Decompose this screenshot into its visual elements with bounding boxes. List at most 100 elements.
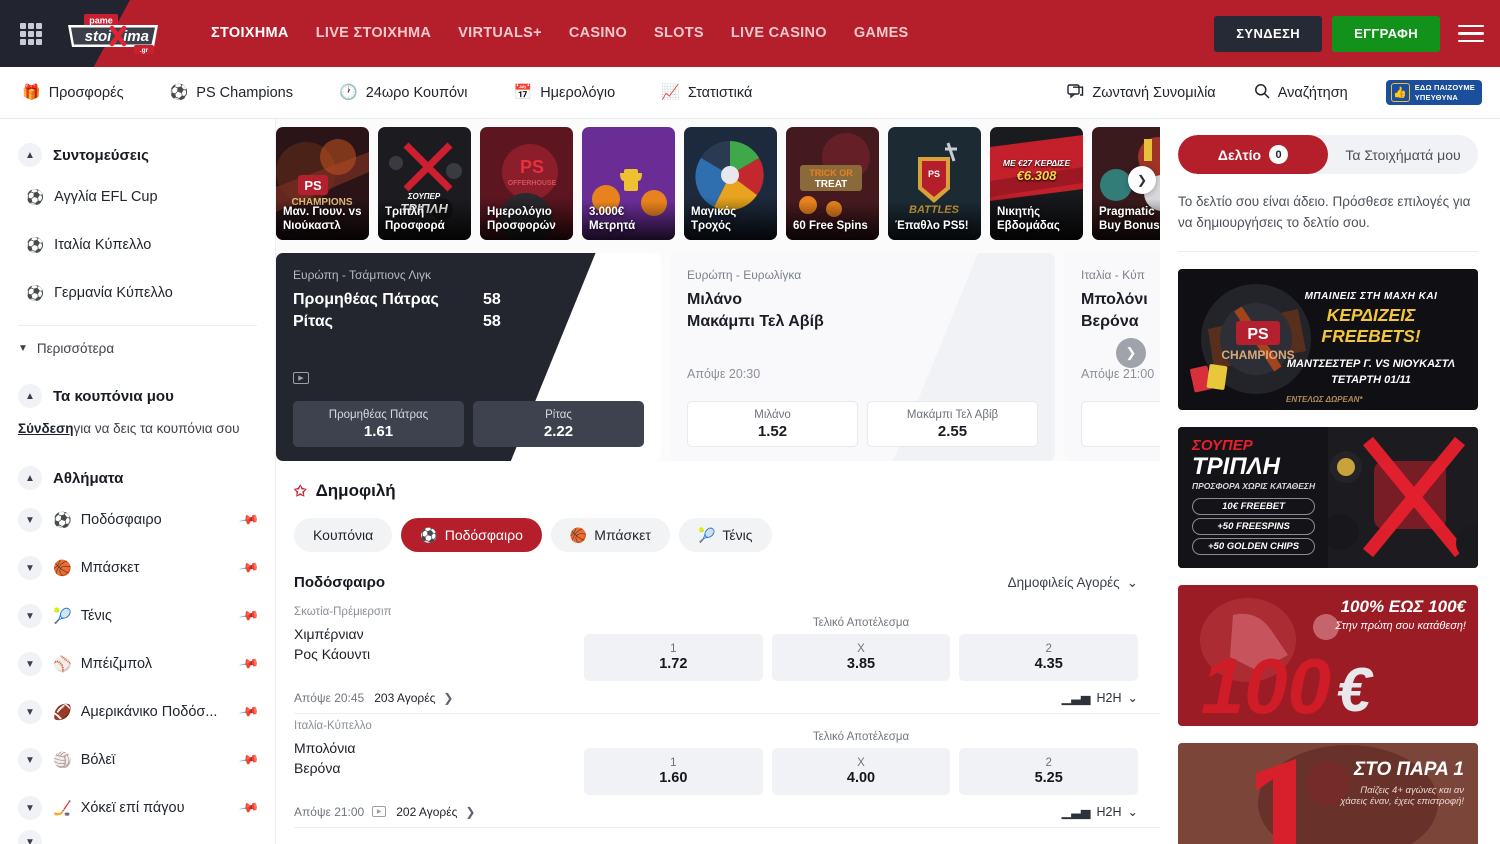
nav-item-virtuals[interactable]: VIRTUALS+ xyxy=(458,0,542,67)
subnav-item-calendar[interactable]: 📅 Ημερολόγιο xyxy=(514,85,616,101)
subnav-item-statistics[interactable]: 📈 Στατιστικά xyxy=(661,85,752,101)
sidebar-section-my-coupons[interactable]: ▲ Τα κουπόνια μου xyxy=(0,378,275,414)
chevron-down-icon[interactable]: ▼ xyxy=(18,556,42,580)
nav-item-games[interactable]: GAMES xyxy=(854,0,909,67)
chevron-down-icon[interactable]: ▼ xyxy=(18,652,42,676)
promo-label: Νικητής Εβδομάδας xyxy=(997,205,1076,233)
tab-koupònia[interactable]: Κουπόνια xyxy=(294,518,392,552)
tab-basketball[interactable]: 🏀 Μπάσκετ xyxy=(551,518,670,552)
chevron-right-icon[interactable]: ❯ xyxy=(443,691,453,705)
tab-tennis[interactable]: 🎾 Τένις xyxy=(679,518,772,552)
search-label: Αναζήτηση xyxy=(1278,85,1348,101)
subnav-item-24h-coupon[interactable]: 🕐 24ωρο Κουπόνι xyxy=(339,85,468,101)
sidebar-sport-football[interactable]: ▼ ⚽ Ποδόσφαιρο 📌 xyxy=(0,496,275,544)
odd-button-x[interactable]: X 3.85 xyxy=(772,634,951,681)
chevron-down-icon[interactable]: ▼ xyxy=(18,796,42,820)
h2h-button[interactable]: ▁▃▅ H2H ⌄ xyxy=(1062,690,1138,705)
sidebar-sport-american-football[interactable]: ▼ 🏈 Αμερικάνικο Ποδόσ... 📌 xyxy=(0,688,275,736)
responsible-gaming-badge[interactable]: 👍 ΕΔΩ ΠΑΙΖΟΥΜΕ ΥΠΕΥΘΥΝΑ xyxy=(1386,80,1482,105)
live-match-card[interactable]: Ιταλία - Κύπ Μπολόνι Βερόνα Απόψε 21:00 … xyxy=(1064,253,1160,461)
markets-count[interactable]: 202 Αγορές xyxy=(396,805,457,819)
pin-icon[interactable]: 📌 xyxy=(238,605,260,627)
live-match-card[interactable]: Ευρώπη - Ευρωλίγκα Μιλάνο Μακάμπι Τελ Αβ… xyxy=(670,253,1055,461)
live-match-card[interactable]: Ευρώπη - Τσάμπιονς Λιγκ Προμηθέας Πάτρας… xyxy=(276,253,661,461)
nav-item-slots[interactable]: SLOTS xyxy=(654,0,704,67)
pin-icon[interactable]: 📌 xyxy=(238,653,260,675)
promo-banner-sto-para-1[interactable]: ΣΤΟ ΠΑΡΑ 1 Παίζεις 4+ αγώνες και αν χάσε… xyxy=(1178,743,1478,844)
nav-item-stoixima[interactable]: ΣΤΟΙΧΗΜΑ xyxy=(211,0,289,67)
hamburger-menu-icon[interactable] xyxy=(1458,20,1484,48)
tab-betslip[interactable]: Δελτίο 0 xyxy=(1178,135,1328,174)
odd-button[interactable]: 1 1.6 xyxy=(1081,401,1160,447)
markets-count[interactable]: 203 Αγορές xyxy=(374,691,435,705)
promo-tile[interactable]: PS BATTLES 🎁 Έπαθλο PS5! xyxy=(888,127,981,240)
promo-tile[interactable]: 📅 ΜΕ €27 ΚΕΡΔΙΣΕ €6.308 Νικητής Εβδομάδα… xyxy=(990,127,1083,240)
odd-button[interactable]: Μακάμπι Τελ Αβίβ 2.55 xyxy=(867,401,1038,447)
odd-button-2[interactable]: 2 5.25 xyxy=(959,748,1138,795)
promo-tile[interactable]: TRICK OR TREAT 🎰 60 Free Spins xyxy=(786,127,879,240)
apps-grid-icon[interactable] xyxy=(20,23,42,45)
market-selector-dropdown[interactable]: Δημοφιλείς Αγορές ⌄ xyxy=(1008,575,1138,591)
promo-tile[interactable]: 🎁 Μαγικός Τροχός xyxy=(684,127,777,240)
nav-item-live-casino[interactable]: LIVE CASINO xyxy=(731,0,827,67)
promo-tile[interactable]: 🎯 3.000€ Μετρητά xyxy=(582,127,675,240)
match-teams[interactable]: Χιμπέρνιαν Ρος Κάουντι xyxy=(294,620,584,664)
pin-icon[interactable]: 📌 xyxy=(238,509,260,531)
match-teams[interactable]: Μπολόνια Βερόνα xyxy=(294,734,584,778)
nav-item-casino[interactable]: CASINO xyxy=(569,0,627,67)
h2h-button[interactable]: ▁▃▅ H2H ⌄ xyxy=(1062,804,1138,819)
subnav-item-prosfores[interactable]: 🎁 Προσφορές xyxy=(22,85,124,101)
sidebar-more-button[interactable]: ▼ Περισσότερα xyxy=(0,326,275,370)
sidebar-sport-ice-hockey[interactable]: ▼ 🏒 Χόκεϊ επί πάγου 📌 xyxy=(0,784,275,832)
tab-football[interactable]: ⚽ Ποδόσφαιρο xyxy=(401,518,542,552)
pin-icon[interactable]: 📌 xyxy=(238,557,260,579)
sidebar-item-efl-cup[interactable]: ⚽ Αγγλία EFL Cup xyxy=(0,173,275,221)
sidebar-item-germany-cup[interactable]: ⚽ Γερμανία Κύπελλο xyxy=(0,269,275,317)
sidebar-sport-tennis[interactable]: ▼ 🎾 Τένις 📌 xyxy=(0,592,275,640)
promo-banner-ps-champions[interactable]: PS CHAMPIONS ΜΠΑΙΝΕΙΣ ΣΤΗ ΜΑΧΗ ΚΑΙ ΚΕΡΔΙ… xyxy=(1178,269,1478,410)
pin-icon[interactable]: 📌 xyxy=(238,797,260,819)
live-stream-icon[interactable]: ▶ xyxy=(372,806,386,817)
live-carousel-next-button[interactable]: ❯ xyxy=(1116,338,1146,368)
tab-my-bets[interactable]: Τα Στοιχήματά μου xyxy=(1328,135,1478,174)
promo-carousel-next-button[interactable]: ❯ xyxy=(1128,166,1156,194)
site-logo[interactable]: pame stoi ima .gr xyxy=(62,11,168,57)
odd-button-x[interactable]: X 4.00 xyxy=(772,748,951,795)
odd-button[interactable]: Ρίτας 2.22 xyxy=(473,401,644,447)
odd-button-2[interactable]: 2 4.35 xyxy=(959,634,1138,681)
promo-banner-super-tripli[interactable]: ΣΟΥΠΕΡ ΤΡΙΠΛΗ ΠΡΟΣΦΟΡΑ ΧΩΡΙΣ ΚΑΤΑΘΕΣΗ 10… xyxy=(1178,427,1478,568)
chevron-down-icon[interactable]: ▼ xyxy=(18,604,42,628)
sidebar-section-shortcuts[interactable]: ▲ Συντομεύσεις xyxy=(0,137,275,173)
login-button[interactable]: ΣΥΝΔΕΣΗ xyxy=(1214,16,1322,52)
sidebar-sport-basketball[interactable]: ▼ 🏀 Μπάσκετ 📌 xyxy=(0,544,275,592)
chevron-down-icon[interactable]: ▼ xyxy=(18,748,42,772)
chevron-down-icon[interactable]: ▼ xyxy=(18,700,42,724)
sidebar-section-sports[interactable]: ▲ Αθλήματα xyxy=(0,460,275,496)
sidebar-sport-volleyball[interactable]: ▼ 🏐 Βόλεϊ 📌 xyxy=(0,736,275,784)
banner-line-3: ΜΑΝΤΣΕΣΤΕΡ Γ. VS ΝΙΟΥΚΑΣΤΛ xyxy=(1276,358,1466,370)
odd-button-1[interactable]: 1 1.72 xyxy=(584,634,763,681)
odd-button[interactable]: Μιλάνο 1.52 xyxy=(687,401,858,447)
promo-tile[interactable]: ΣΟΥΠΕΡ ΤΡΙΠΛΗ 🎁 Τριπλή Προσφορά xyxy=(378,127,471,240)
signup-button[interactable]: ΕΓΓΡΑΦΗ xyxy=(1332,16,1440,52)
sidebar-sport-baseball[interactable]: ▼ ⚾ Μπέιζμπολ 📌 xyxy=(0,640,275,688)
chevron-down-icon[interactable]: ▼ xyxy=(18,830,42,844)
odd-button[interactable]: Προμηθέας Πάτρας 1.61 xyxy=(293,401,464,447)
banner-line-4: ΤΕΤΑΡΤΗ 01/11 xyxy=(1276,374,1466,386)
live-chat-button[interactable]: Ζωντανή Συνομιλία xyxy=(1067,84,1215,102)
search-button[interactable]: Αναζήτηση xyxy=(1254,83,1348,102)
pin-icon[interactable]: 📌 xyxy=(238,749,260,771)
pin-icon[interactable]: 📌 xyxy=(238,701,260,723)
promo-tile[interactable]: PS OFFERHOUSE 📅 Ημερολόγιο Προσφορών xyxy=(480,127,573,240)
subnav-item-ps-champions[interactable]: ⚽ PS Champions xyxy=(170,85,293,101)
promo-tile[interactable]: PS CHAMPIONS ⚽ Μαν. Γιουν. vs Νιούκαστλ xyxy=(276,127,369,240)
chevron-right-icon[interactable]: ❯ xyxy=(465,805,475,819)
odd-button-1[interactable]: 1 1.60 xyxy=(584,748,763,795)
live-stream-icon[interactable]: ▶ xyxy=(293,372,309,384)
nav-item-live-stoixima[interactable]: LIVE ΣΤΟΙΧΗΜΑ xyxy=(316,0,431,67)
sidebar-item-italy-cup[interactable]: ⚽ Ιταλία Κύπελλο xyxy=(0,221,275,269)
chevron-down-icon[interactable]: ▼ xyxy=(18,508,42,532)
sidebar-sport-partial[interactable]: ▼ xyxy=(0,832,275,844)
coupons-login-link[interactable]: Σύνδεση xyxy=(18,421,74,436)
promo-banner-welcome-100[interactable]: 100 € 100% ΕΩΣ 100€ Στην πρώτη σου κατάθ… xyxy=(1178,585,1478,726)
